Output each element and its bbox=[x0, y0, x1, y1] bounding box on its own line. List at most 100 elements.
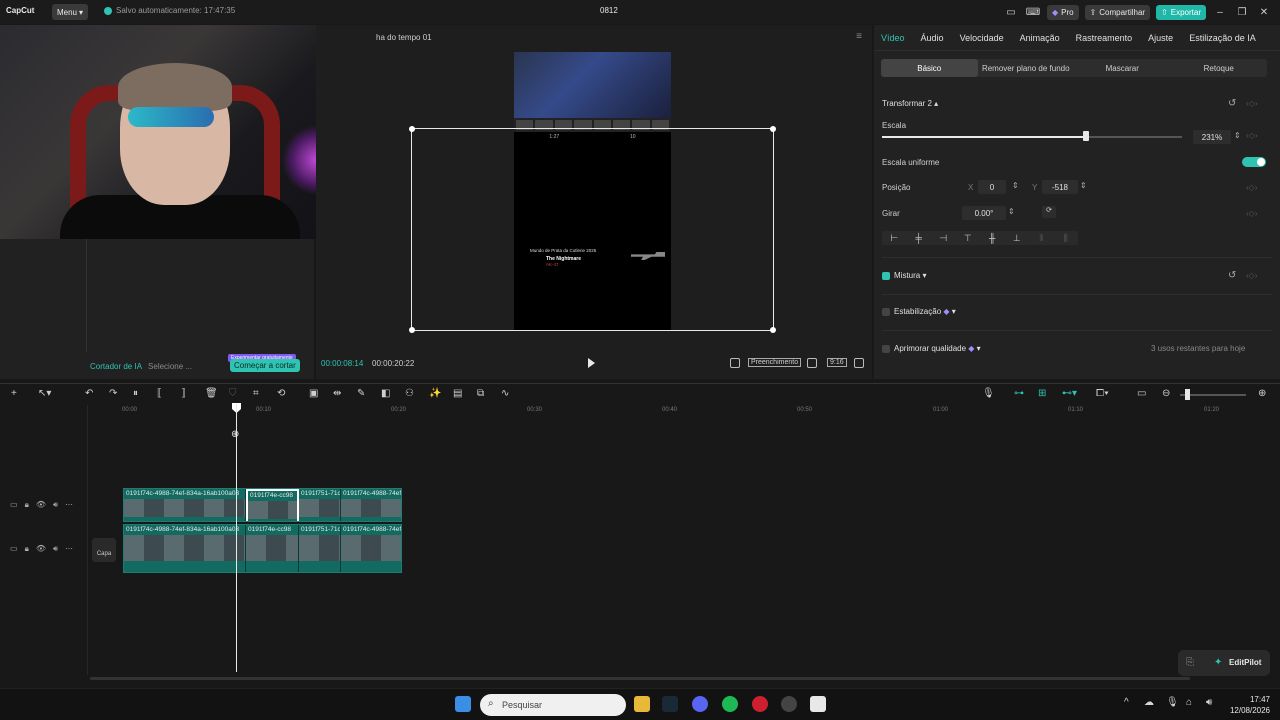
lock-icon[interactable]: 🔒︎ bbox=[25, 500, 29, 510]
stepper-icon-rotate[interactable]: ⇕ bbox=[1008, 207, 1015, 216]
undo-icon[interactable]: ↶ bbox=[85, 388, 93, 399]
pen-icon[interactable]: ✎ bbox=[357, 388, 365, 399]
split-icon[interactable]: ⏸ bbox=[133, 388, 138, 399]
windows-start-icon[interactable] bbox=[455, 696, 471, 712]
blend-checkbox[interactable] bbox=[882, 271, 890, 280]
scale-value[interactable]: 231% bbox=[1193, 130, 1231, 144]
zoom-out-icon[interactable]: ⊖ bbox=[1162, 388, 1170, 399]
transform-title[interactable]: Transformar 2 ▴ bbox=[882, 99, 938, 108]
distribute-icon[interactable]: ⫴ bbox=[1029, 231, 1054, 245]
editpilot-widget[interactable]: ⎘ ✦ EditPilot bbox=[1178, 650, 1270, 676]
clipboard-icon[interactable]: ⎘ bbox=[1186, 657, 1194, 668]
tab-audio[interactable]: Áudio bbox=[921, 33, 944, 43]
share-button[interactable]: ⇪ Compartilhar bbox=[1084, 4, 1151, 20]
maximize-icon[interactable]: ❐ bbox=[1234, 7, 1250, 18]
pos-y-input[interactable]: -518 bbox=[1042, 180, 1078, 194]
align-top-icon[interactable]: ⊤ bbox=[956, 231, 981, 245]
network-icon[interactable]: ⌂ bbox=[1186, 697, 1192, 708]
timeline-ruler[interactable]: 00:00 00:10 00:20 00:30 00:40 00:50 01:0… bbox=[88, 405, 1280, 417]
speaker-icon[interactable]: 🔊︎ bbox=[53, 500, 58, 510]
align-center-v-icon[interactable]: ╫ bbox=[980, 231, 1005, 245]
close-icon[interactable]: ✕ bbox=[1256, 7, 1272, 18]
eye-icon[interactable]: 👁︎ bbox=[36, 544, 46, 554]
keyframe-icon[interactable]: ‹◇› bbox=[1246, 99, 1257, 108]
discord-icon[interactable] bbox=[692, 696, 708, 712]
clip[interactable]: 0191f751-71c bbox=[299, 525, 341, 572]
track-icon[interactable]: ▭ bbox=[10, 544, 18, 554]
zoom-slider-knob[interactable] bbox=[1185, 389, 1190, 400]
mic-icon[interactable]: 🎙︎ bbox=[1166, 697, 1179, 708]
select-text[interactable]: Selecione ... bbox=[148, 362, 192, 371]
keyframe-icon-blend[interactable]: ‹◇› bbox=[1246, 271, 1257, 280]
shield-icon[interactable]: ⛉ bbox=[229, 388, 237, 399]
ratio-button[interactable]: 9:16 bbox=[827, 358, 847, 367]
distribute-v-icon[interactable]: ⫼ bbox=[1054, 231, 1079, 245]
rotate-icon[interactable]: ◧ bbox=[381, 388, 390, 399]
resize-handle-br[interactable] bbox=[770, 327, 776, 333]
reset-icon[interactable]: ↺ bbox=[1228, 98, 1236, 109]
taskbar-search[interactable]: ⌕ Pesquisar bbox=[480, 694, 626, 716]
keyframe-icon-rotate[interactable]: ‹◇› bbox=[1246, 209, 1257, 218]
menu-icon[interactable]: ≡ bbox=[856, 31, 862, 42]
enhance-row[interactable]: Aprimorar qualidade ◆ ▾ bbox=[882, 344, 981, 353]
rotate-input[interactable]: 0.00° bbox=[962, 206, 1006, 220]
align-center-h-icon[interactable]: ╪ bbox=[907, 231, 932, 245]
start-cut-button[interactable]: Começar a cortar bbox=[230, 359, 300, 372]
enhance-checkbox[interactable] bbox=[882, 344, 890, 353]
zoom-in-icon[interactable]: ⊕ bbox=[1258, 388, 1266, 399]
tab-animation[interactable]: Animação bbox=[1020, 33, 1060, 43]
cover-button[interactable]: Capa bbox=[92, 538, 116, 562]
select-tool-icon[interactable]: ↖▾ bbox=[38, 388, 51, 399]
person-icon[interactable]: ⚇ bbox=[405, 388, 414, 399]
subtab-remove-bg[interactable]: Remover plano de fundo bbox=[978, 59, 1075, 77]
magic-icon[interactable]: ✨ bbox=[429, 388, 441, 399]
delete-icon[interactable]: 🗑 bbox=[205, 388, 218, 399]
keyframe-icon-pos[interactable]: ‹◇› bbox=[1246, 183, 1257, 192]
reset-icon-blend[interactable]: ↺ bbox=[1228, 270, 1236, 281]
shortcuts-icon[interactable]: ⌨ bbox=[1025, 7, 1041, 18]
blend-row[interactable]: Mistura ▾ bbox=[882, 271, 926, 280]
crop-icon[interactable]: ⌗ bbox=[253, 388, 259, 399]
subtab-mask[interactable]: Mascarar bbox=[1074, 59, 1171, 77]
tab-speed[interactable]: Velocidade bbox=[960, 33, 1004, 43]
taskbar-clock[interactable]: 17:47 12/08/2026 bbox=[1230, 694, 1270, 716]
clip[interactable]: 0191f751-71c bbox=[299, 489, 341, 521]
clip-selected[interactable]: 0191f74e-cc98 bbox=[246, 489, 299, 521]
pos-x-input[interactable]: 0 bbox=[978, 180, 1006, 194]
menu-button[interactable]: Menu ▾ bbox=[52, 4, 88, 20]
ai-cutter-label[interactable]: Cortador de IA bbox=[90, 362, 142, 371]
steam-icon[interactable] bbox=[662, 696, 678, 712]
app-icon[interactable] bbox=[781, 696, 797, 712]
track-icon[interactable]: ▭ bbox=[10, 500, 18, 510]
clip[interactable]: 0191f74c-4988-74ef-834a-16ab100a03 bbox=[124, 525, 246, 572]
tab-ai-style[interactable]: Estilização de IA bbox=[1189, 33, 1256, 43]
magnet-icon[interactable]: ⊞ bbox=[1038, 388, 1046, 399]
preview-axis-icon[interactable]: ⧠▾ bbox=[1096, 388, 1109, 399]
resize-handle-tr[interactable] bbox=[770, 126, 776, 132]
resize-handle-bl[interactable] bbox=[409, 327, 415, 333]
subtitle-icon[interactable]: ▭ bbox=[1137, 388, 1146, 399]
align-left-icon[interactable]: ⊢ bbox=[882, 231, 907, 245]
horizontal-scrollbar[interactable] bbox=[90, 677, 1190, 680]
stabilize-row[interactable]: Estabilização ◆ ▾ bbox=[882, 307, 956, 316]
more-icon[interactable]: ⋯ bbox=[65, 544, 73, 554]
stabilize-checkbox[interactable] bbox=[882, 307, 890, 316]
speaker-icon[interactable]: 🔊︎ bbox=[53, 544, 58, 554]
split-right-icon[interactable]: ⟧ bbox=[181, 388, 186, 399]
selection-box[interactable] bbox=[409, 126, 776, 333]
subtab-basic[interactable]: Básico bbox=[881, 59, 978, 77]
scale-slider-knob[interactable] bbox=[1083, 131, 1089, 141]
pro-button[interactable]: ◆ Pro bbox=[1046, 4, 1079, 20]
align-right-icon[interactable]: ⊣ bbox=[931, 231, 956, 245]
stepper-icon-x[interactable]: ⇕ bbox=[1012, 181, 1019, 190]
align-bottom-icon[interactable]: ⊥ bbox=[1005, 231, 1030, 245]
chevron-up-icon[interactable]: ^ bbox=[1124, 697, 1129, 708]
export-button[interactable]: ⇧ Exportar bbox=[1156, 4, 1206, 20]
minimize-icon[interactable]: – bbox=[1212, 7, 1228, 18]
freeze-icon[interactable]: ⧉ bbox=[477, 388, 484, 399]
project-name[interactable]: 0812 bbox=[600, 6, 618, 15]
clip[interactable]: 0191f74e-cc98 bbox=[246, 525, 299, 572]
rotate-dial-icon[interactable]: ⟳ bbox=[1042, 206, 1056, 218]
clip[interactable]: 0191f74c-4988-74ef bbox=[341, 489, 401, 521]
snap-icon[interactable]: ⊷▾ bbox=[1062, 388, 1077, 399]
